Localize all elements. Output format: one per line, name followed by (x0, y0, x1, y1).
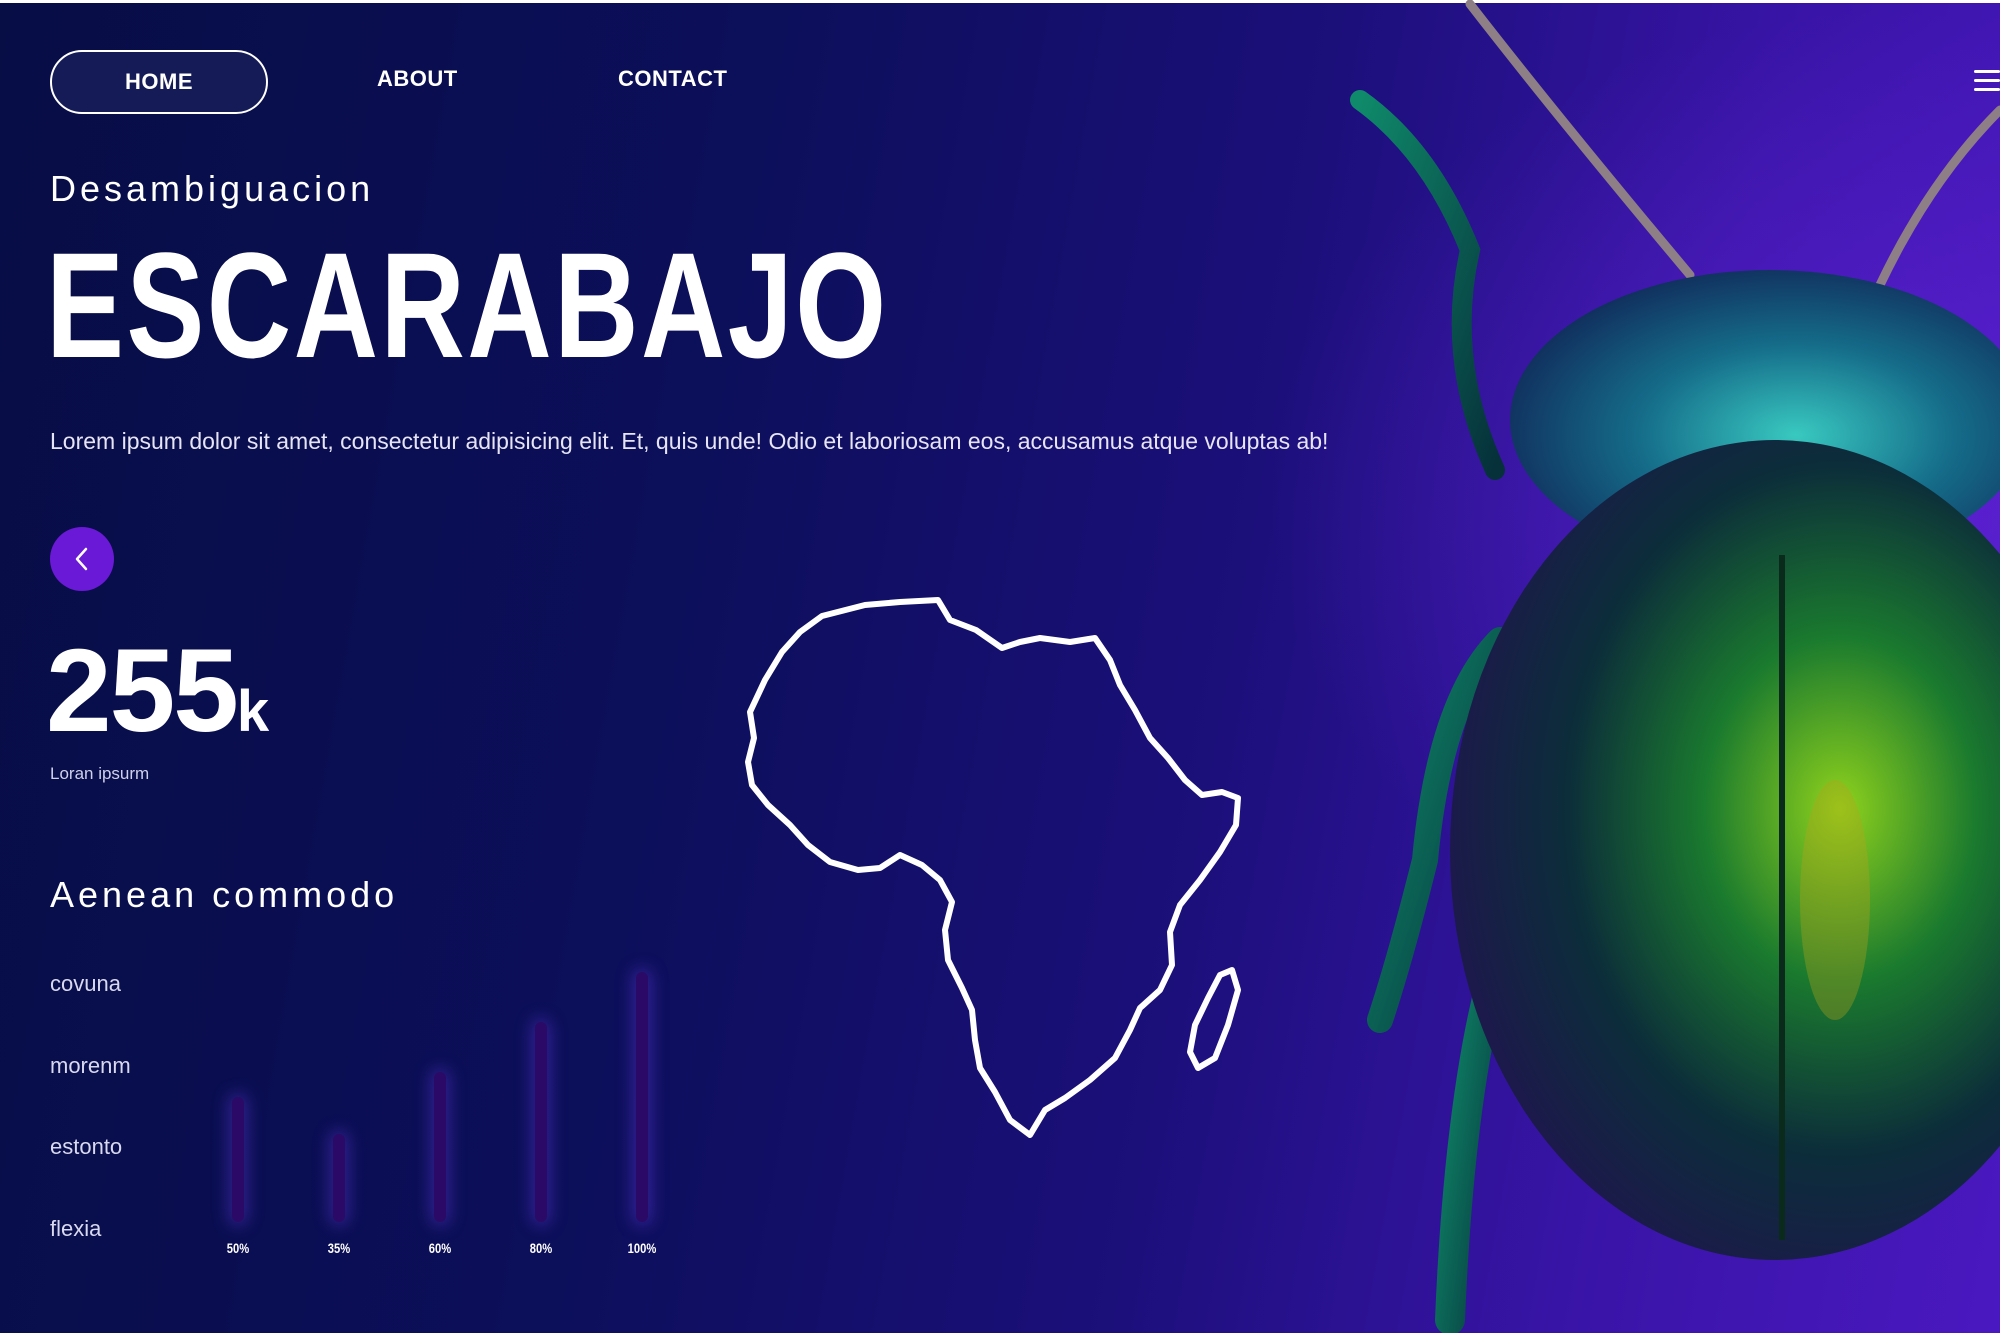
bar-label-3: 80% (529, 1240, 553, 1256)
row-label-estonto: estonto (50, 1134, 123, 1159)
beetle-image (1350, 0, 2000, 1333)
nav-contact-link[interactable]: CONTACT (618, 66, 727, 92)
bar-0 (232, 1097, 244, 1222)
chevron-left-icon (75, 547, 88, 571)
section-heading: Aenean commodo (50, 874, 399, 915)
bar-1 (333, 1134, 345, 1222)
stat-value: 255k (46, 632, 269, 750)
stat-label: Loran ipsurm (50, 764, 150, 783)
bar-label-4: 100% (627, 1240, 657, 1256)
stat-unit: k (236, 679, 270, 744)
row-label-covuna: covuna (50, 971, 121, 996)
row-label-flexia: flexia (50, 1216, 102, 1241)
nav-home-button[interactable]: HOME (50, 50, 268, 114)
hero-description: Lorem ipsum dolor sit amet, consectetur … (50, 428, 1329, 454)
bar-4 (636, 972, 648, 1222)
bar-label-1: 35% (327, 1240, 351, 1256)
hero-subtitle: Desambiguacion (50, 168, 375, 209)
back-button[interactable] (50, 527, 114, 591)
hero-title: ESCARABAJO (46, 221, 889, 389)
bar-label-2: 60% (428, 1240, 452, 1256)
bar-3 (535, 1022, 547, 1222)
nav-about-link[interactable]: ABOUT (377, 66, 458, 92)
row-label-morenm: morenm (50, 1053, 131, 1078)
stat-number: 255 (46, 625, 239, 757)
bar-label-0: 50% (226, 1240, 250, 1256)
africa-map-outline (745, 597, 1241, 1138)
bar-2 (434, 1072, 446, 1222)
